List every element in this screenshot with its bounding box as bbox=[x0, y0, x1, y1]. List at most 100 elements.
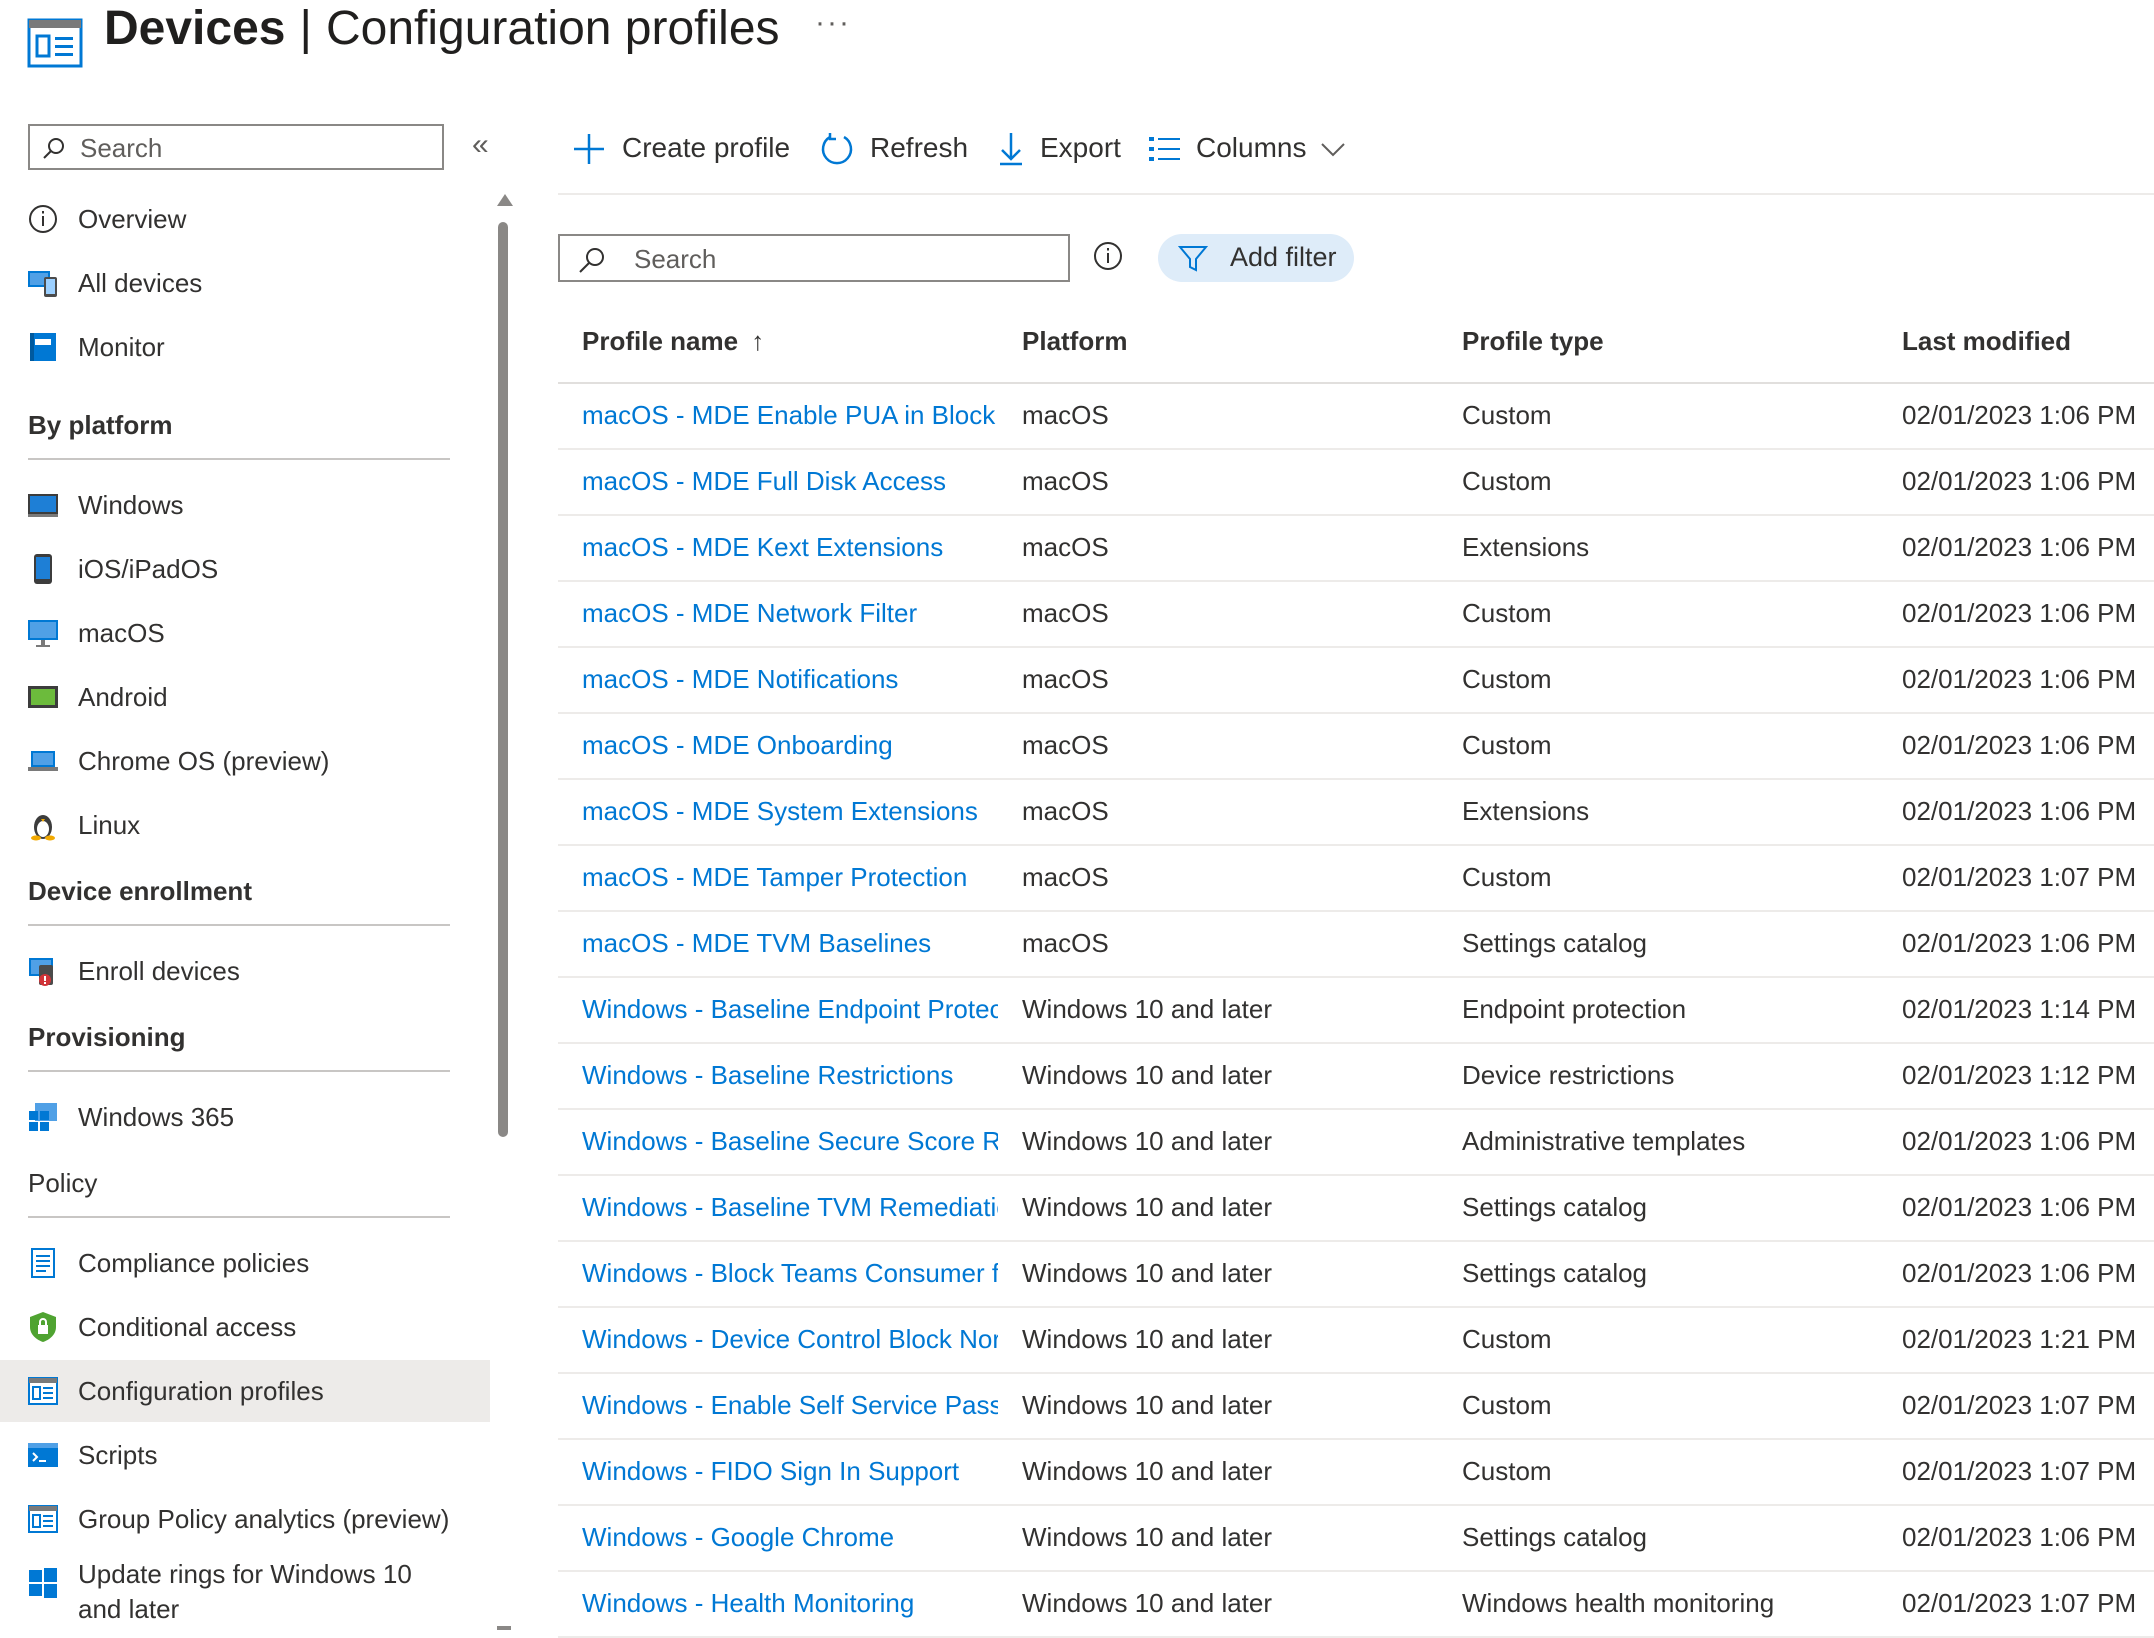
sidebar-item-label: Linux bbox=[78, 810, 141, 840]
sidebar-item-windows-365[interactable]: Windows 365 bbox=[0, 1086, 490, 1148]
table-row[interactable]: macOS - MDE Network Filter macOS Custom 02/… bbox=[558, 582, 2154, 648]
export-button[interactable]: Export bbox=[994, 126, 1134, 174]
sidebar-item-windows[interactable]: Windows bbox=[0, 474, 490, 536]
collapse-sidebar-button[interactable]: « bbox=[472, 128, 489, 162]
table-row[interactable]: Windows - Google Chrome Windows 10 and la… bbox=[558, 1506, 2154, 1572]
profile-name-link[interactable]: macOS - MDE TVM Baselines bbox=[582, 926, 998, 960]
refresh-button[interactable]: Refresh bbox=[820, 126, 980, 174]
table-row[interactable]: Windows - Baseline TVM Remediatic Windows… bbox=[558, 1176, 2154, 1242]
column-header-profile-type[interactable]: Profile type bbox=[1462, 326, 1604, 357]
profile-name-link[interactable]: Windows - Baseline Restrictions bbox=[582, 1058, 998, 1092]
table-row[interactable]: macOS - MDE Tamper Protection macOS Custom… bbox=[558, 846, 2154, 912]
sidebar-item-enroll-devices[interactable]: Enroll devices bbox=[0, 940, 490, 1002]
profile-name-link[interactable]: macOS - MDE Enable PUA in Block M bbox=[582, 398, 998, 432]
sidebar-item-android[interactable]: Android bbox=[0, 666, 490, 728]
all-devices-icon bbox=[28, 271, 57, 297]
profiles-search-box[interactable] bbox=[558, 234, 1070, 282]
platform-cell: Windows 10 and later bbox=[1022, 1192, 1273, 1222]
scroll-up-arrow[interactable] bbox=[497, 194, 513, 206]
profile-name-link[interactable]: Windows - Enable Self Service Passw bbox=[582, 1388, 998, 1422]
profiles-search-input[interactable] bbox=[632, 239, 1056, 279]
sidebar-item-group-policy-analytics[interactable]: Group Policy analytics (preview) bbox=[0, 1488, 490, 1550]
more-actions-button[interactable]: ··· bbox=[815, 6, 851, 40]
profile-name-link[interactable]: Windows - FIDO Sign In Support bbox=[582, 1454, 998, 1488]
profile-name-link[interactable]: Windows - Health Monitoring bbox=[582, 1586, 998, 1620]
sidebar-item-update-rings[interactable]: Update rings for Windows 10 and later bbox=[0, 1552, 490, 1632]
profile-name-link[interactable]: macOS - MDE Tamper Protection bbox=[582, 860, 998, 894]
divider bbox=[28, 458, 450, 460]
platform-cell: macOS bbox=[1022, 400, 1109, 430]
table-row[interactable]: Windows - Health Monitoring Windows 10 an… bbox=[558, 1572, 2154, 1638]
last-modified-cell: 02/01/2023 1:06 PM bbox=[1902, 598, 2137, 628]
last-modified-cell: 02/01/2023 1:12 PM bbox=[1902, 1060, 2137, 1090]
column-header-profile-name[interactable]: Profile name ↑ bbox=[582, 326, 764, 357]
table-row[interactable]: macOS - MDE System Extensions macOS Extens… bbox=[558, 780, 2154, 846]
last-modified-cell: 02/01/2023 1:06 PM bbox=[1902, 466, 2137, 496]
sidebar-item-monitor[interactable]: Monitor bbox=[0, 316, 490, 378]
sidebar-item-overview[interactable]: Overview bbox=[0, 188, 490, 250]
profile-name-link[interactable]: Windows - Block Teams Consumer fr bbox=[582, 1256, 998, 1290]
profile-name-link[interactable]: Windows - Google Chrome bbox=[582, 1520, 998, 1554]
profile-name-link[interactable]: Windows - Device Control Block Nor bbox=[582, 1322, 998, 1356]
profile-name-link[interactable]: macOS - MDE Kext Extensions bbox=[582, 530, 998, 564]
last-modified-cell: 02/01/2023 1:07 PM bbox=[1902, 1588, 2137, 1618]
table-row[interactable]: Windows - Enable Self Service Passw Windo… bbox=[558, 1374, 2154, 1440]
add-filter-button[interactable]: Add filter bbox=[1158, 234, 1354, 282]
platform-cell: Windows 10 and later bbox=[1022, 1060, 1273, 1090]
sidebar-item-label: Conditional access bbox=[78, 1312, 297, 1342]
sidebar-item-label: All devices bbox=[78, 268, 203, 298]
sidebar-item-compliance-policies[interactable]: Compliance policies bbox=[0, 1232, 490, 1294]
platform-cell: Windows 10 and later bbox=[1022, 1588, 1273, 1618]
profile-name-link[interactable]: Windows - Baseline Endpoint Protec bbox=[582, 992, 998, 1026]
list-icon bbox=[1149, 137, 1180, 161]
table-row[interactable]: Windows - Baseline Secure Score Re Window… bbox=[558, 1110, 2154, 1176]
column-header-last-modified[interactable]: Last modified bbox=[1902, 326, 2071, 357]
sidebar-scrollbar-thumb[interactable] bbox=[498, 222, 508, 1137]
sidebar-item-linux[interactable]: Linux bbox=[0, 794, 490, 856]
columns-button[interactable]: Columns bbox=[1148, 126, 1358, 174]
sidebar-item-all-devices[interactable]: All devices bbox=[0, 252, 490, 314]
sidebar-item-label: Android bbox=[78, 682, 168, 712]
table-row[interactable]: Windows - FIDO Sign In Support Windows 10… bbox=[558, 1440, 2154, 1506]
table-row[interactable]: Windows - Baseline Restrictions Windows 1… bbox=[558, 1044, 2154, 1110]
profile-name-link[interactable]: Windows - Baseline Secure Score Re bbox=[582, 1124, 998, 1158]
sidebar-item-configuration-profiles[interactable]: Configuration profiles bbox=[0, 1360, 490, 1422]
profile-type-cell: Custom bbox=[1462, 1390, 1552, 1420]
sidebar-search-input[interactable] bbox=[78, 128, 432, 168]
table-row[interactable]: Windows - Block Teams Consumer fr Windows… bbox=[558, 1242, 2154, 1308]
profile-name-link[interactable]: macOS - MDE Full Disk Access bbox=[582, 464, 998, 498]
sidebar-search-box[interactable] bbox=[28, 124, 444, 170]
sidebar-item-macos[interactable]: macOS bbox=[0, 602, 490, 664]
monitor-icon bbox=[30, 333, 56, 361]
table-row[interactable]: macOS - MDE Full Disk Access macOS Custom 0… bbox=[558, 450, 2154, 516]
sidebar-item-chromeos[interactable]: Chrome OS (preview) bbox=[0, 730, 490, 792]
table-row[interactable]: Windows - Baseline Endpoint Protec Window… bbox=[558, 978, 2154, 1044]
sidebar-item-label: Scripts bbox=[78, 1440, 158, 1470]
table-row[interactable]: macOS - MDE Enable PUA in Block M macOS Cu… bbox=[558, 384, 2154, 450]
linux-icon bbox=[31, 815, 55, 841]
profile-name-link[interactable]: macOS - MDE System Extensions bbox=[582, 794, 998, 828]
sidebar-item-label: Chrome OS (preview) bbox=[78, 746, 330, 776]
sidebar-item-label: iOS/iPadOS bbox=[78, 554, 219, 584]
sidebar-item-conditional-access[interactable]: Conditional access bbox=[0, 1296, 490, 1358]
table-row[interactable]: macOS - MDE Kext Extensions macOS Extensio… bbox=[558, 516, 2154, 582]
sidebar-item-scripts[interactable]: Scripts bbox=[0, 1424, 490, 1486]
table-row[interactable]: macOS - MDE Onboarding macOS Custom 02/01/2… bbox=[558, 714, 2154, 780]
platform-cell: macOS bbox=[1022, 532, 1109, 562]
create-profile-button[interactable]: Create profile bbox=[572, 126, 792, 174]
profile-name-link[interactable]: Windows - Baseline TVM Remediatic bbox=[582, 1190, 998, 1224]
platform-cell: Windows 10 and later bbox=[1022, 1324, 1273, 1354]
profile-name-link[interactable]: macOS - MDE Notifications bbox=[582, 662, 998, 696]
column-header-platform[interactable]: Platform bbox=[1022, 326, 1127, 357]
last-modified-cell: 02/01/2023 1:06 PM bbox=[1902, 1522, 2137, 1552]
sidebar-item-label: Group Policy analytics (preview) bbox=[78, 1504, 450, 1534]
info-icon[interactable] bbox=[1092, 240, 1124, 272]
table-row[interactable]: macOS - MDE TVM Baselines macOS Settings c… bbox=[558, 912, 2154, 978]
sidebar-scrollbar-end bbox=[497, 1626, 511, 1630]
profile-name-link[interactable]: macOS - MDE Onboarding bbox=[582, 728, 998, 762]
profile-name-link[interactable]: macOS - MDE Network Filter bbox=[582, 596, 998, 630]
table-row[interactable]: macOS - MDE Notifications macOS Custom 02/0… bbox=[558, 648, 2154, 714]
profile-type-cell: Settings catalog bbox=[1462, 928, 1648, 958]
sidebar-item-ios[interactable]: iOS/iPadOS bbox=[0, 538, 490, 600]
table-row[interactable]: Windows - Device Control Block Nor Window… bbox=[558, 1308, 2154, 1374]
